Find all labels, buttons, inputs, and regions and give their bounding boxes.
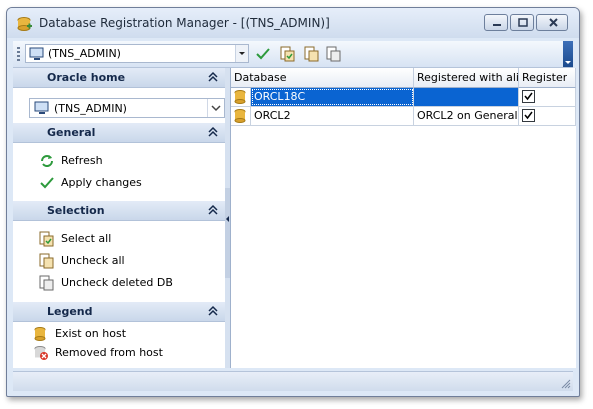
legend-exist-label: Exist on host [55, 327, 127, 340]
select-all-button[interactable] [279, 46, 295, 62]
section-title: Oracle home [47, 71, 126, 84]
checkmark-icon [256, 48, 270, 60]
legend-removed-label: Removed from host [55, 346, 163, 359]
uncheck-deleted-label: Uncheck deleted DB [61, 276, 173, 289]
window-title: Database Registration Manager - [(TNS_AD… [39, 16, 330, 30]
uncheck-deleted-icon [39, 275, 54, 291]
apply-button[interactable] [255, 46, 271, 62]
close-icon [549, 18, 558, 27]
close-button[interactable] [536, 14, 568, 31]
app-db-icon [17, 16, 33, 35]
apply-changes-label: Apply changes [61, 176, 142, 189]
chevron-up-icon[interactable] [207, 126, 219, 138]
title-bar[interactable]: Database Registration Manager - [(TNS_AD… [7, 8, 579, 38]
home-combobox-value: (TNS_ADMIN) [48, 47, 121, 60]
register-checkbox[interactable] [522, 90, 535, 103]
select-all-icon [280, 46, 295, 62]
refresh-icon [41, 155, 53, 167]
section-title: Legend [47, 305, 93, 318]
checkmark-icon [524, 92, 533, 101]
toolbar-overflow-button[interactable] [563, 41, 573, 67]
section-title: General [47, 126, 96, 139]
uncheck-all-icon [39, 253, 54, 269]
refresh-label: Refresh [61, 154, 103, 167]
column-header-registered-alias[interactable]: Registered with ali... [414, 68, 529, 88]
database-icon [234, 90, 246, 104]
chevron-down-icon[interactable] [207, 99, 224, 117]
cell-alias[interactable] [414, 88, 519, 106]
database-icon [34, 327, 46, 341]
database-icon [234, 109, 246, 123]
column-header-register[interactable]: Register [519, 68, 576, 88]
column-header-database[interactable]: Database [231, 68, 414, 88]
resize-grip-icon[interactable] [561, 379, 571, 389]
uncheck-deleted-icon [326, 46, 341, 62]
checkmark-icon [524, 111, 533, 120]
cell-database[interactable]: ORCL2 [251, 107, 414, 125]
chevron-up-icon[interactable] [207, 71, 219, 83]
home-combobox[interactable]: (TNS_ADMIN) [25, 44, 249, 63]
section-oracle-home[interactable]: Oracle home [13, 68, 225, 88]
table-row[interactable]: ORCL18C [231, 88, 576, 107]
computer-icon [29, 47, 45, 64]
register-checkbox[interactable] [522, 109, 535, 122]
chevron-up-icon[interactable] [207, 305, 219, 317]
toolbar-grip[interactable] [17, 47, 20, 61]
chevron-up-icon[interactable] [207, 204, 219, 216]
removed-database-icon [34, 346, 48, 360]
minimize-button[interactable] [484, 14, 508, 31]
uncheck-deleted-button[interactable] [325, 46, 341, 62]
select-all-icon [39, 231, 54, 247]
minimize-icon [493, 24, 501, 26]
table-row[interactable]: ORCL2 ORCL2 on General [231, 107, 576, 126]
checkmark-icon [40, 177, 54, 189]
computer-icon [34, 101, 50, 118]
uncheck-all-label: Uncheck all [61, 254, 125, 267]
toolbar: (TNS_ADMIN) [13, 41, 573, 68]
database-grid: Database Registered with ali... Register… [230, 68, 576, 368]
oracle-home-combobox[interactable]: (TNS_ADMIN) [29, 98, 225, 118]
section-title: Selection [47, 204, 105, 217]
left-pane: Oracle home (TNS_ADMIN) General Refresh … [13, 68, 225, 368]
section-selection[interactable]: Selection [13, 201, 225, 221]
cell-alias[interactable]: ORCL2 on General [414, 107, 519, 125]
maximize-icon [518, 18, 528, 27]
oracle-home-value: (TNS_ADMIN) [54, 102, 127, 115]
cell-register[interactable] [519, 107, 576, 125]
status-bar [13, 371, 573, 391]
cell-register[interactable] [519, 88, 576, 106]
section-legend[interactable]: Legend [13, 302, 225, 322]
uncheck-all-icon [304, 46, 319, 62]
uncheck-all-button[interactable] [303, 46, 319, 62]
chevron-down-icon[interactable] [235, 45, 248, 62]
maximize-button[interactable] [510, 14, 534, 31]
section-general[interactable]: General [13, 123, 225, 143]
cell-database[interactable]: ORCL18C [251, 88, 414, 106]
main-window: Database Registration Manager - [(TNS_AD… [6, 7, 580, 397]
select-all-label: Select all [61, 232, 112, 245]
